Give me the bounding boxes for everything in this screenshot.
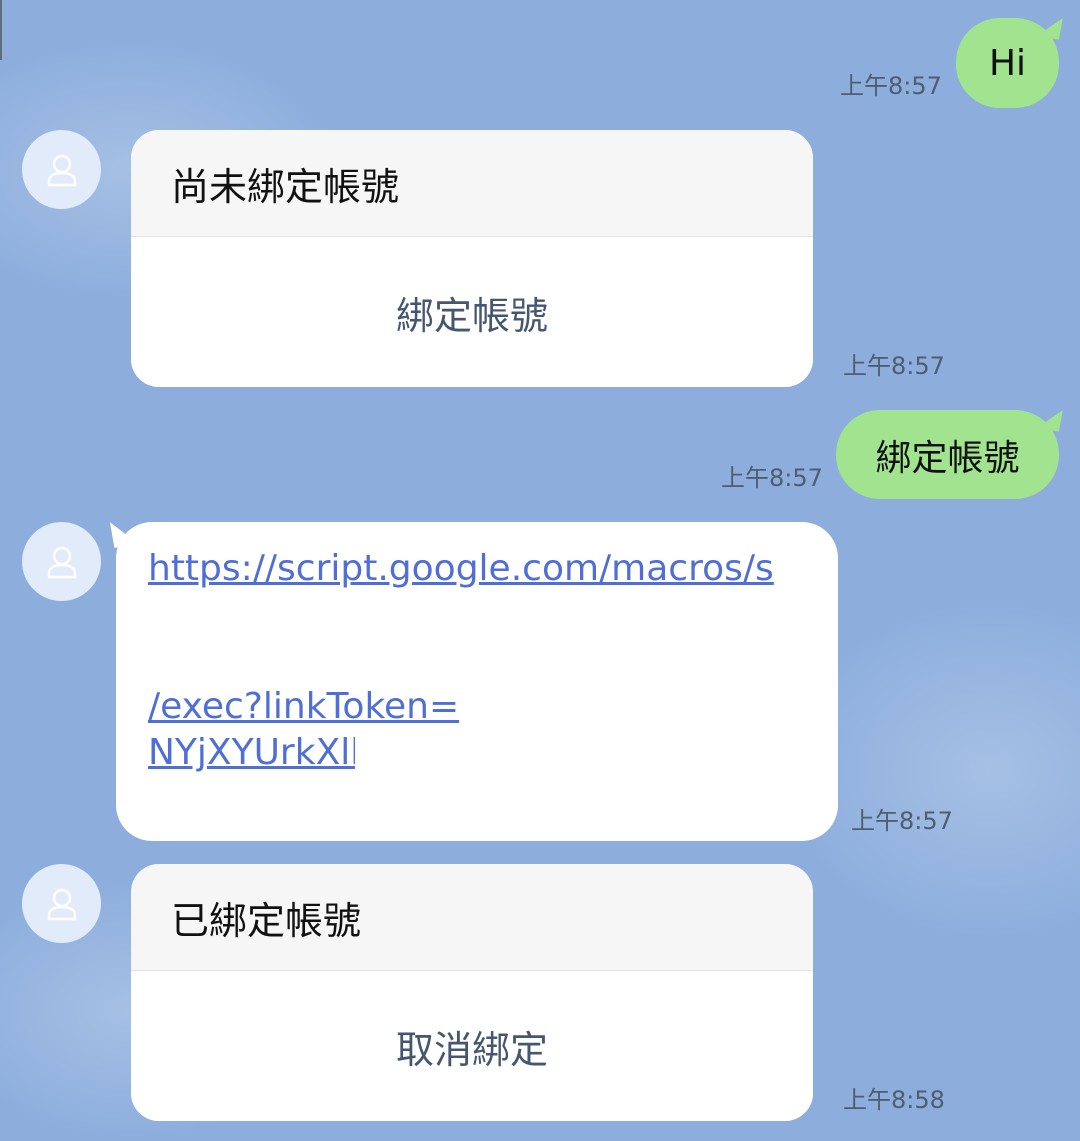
bubble-tail [1037, 406, 1063, 432]
bind-account-button[interactable]: 綁定帳號 [131, 237, 813, 387]
flex-message-card: 已綁定帳號 取消綁定 [131, 864, 813, 1121]
avatar[interactable] [22, 130, 101, 209]
link-text[interactable]: https://script.google.com/macros/s [148, 546, 806, 592]
avatar[interactable] [22, 522, 101, 601]
card-title: 尚未綁定帳號 [131, 130, 813, 237]
message-time: 上午8:57 [851, 807, 953, 835]
message-time: 上午8:58 [843, 1086, 945, 1114]
card-title: 已綁定帳號 [131, 864, 813, 971]
link-text[interactable]: NYjXYUrkXll4 [148, 730, 355, 776]
avatar[interactable] [22, 864, 101, 943]
flex-message-card: 尚未綁定帳號 綁定帳號 [131, 130, 813, 387]
outgoing-message-bubble[interactable]: Hi [956, 14, 1063, 108]
person-outline-icon [47, 888, 76, 920]
unbind-account-button[interactable]: 取消綁定 [131, 971, 813, 1121]
redacted-line [148, 592, 806, 638]
bubble-tail [1037, 14, 1063, 40]
message-text: Hi [988, 42, 1027, 84]
message-time: 上午8:57 [843, 352, 945, 380]
person-outline-icon [47, 546, 76, 578]
link-text[interactable]: /exec?linkToken= [148, 684, 806, 730]
redacted-line [148, 638, 806, 684]
message-text: 綁定帳號 [875, 437, 1020, 479]
incoming-link-message: https://script.google.com/macros/s /exec… [116, 522, 838, 841]
message-time: 上午8:57 [840, 72, 942, 100]
person-outline-icon [47, 154, 76, 186]
outgoing-message-bubble[interactable]: 綁定帳號 [836, 406, 1063, 499]
message-time: 上午8:57 [721, 464, 823, 492]
